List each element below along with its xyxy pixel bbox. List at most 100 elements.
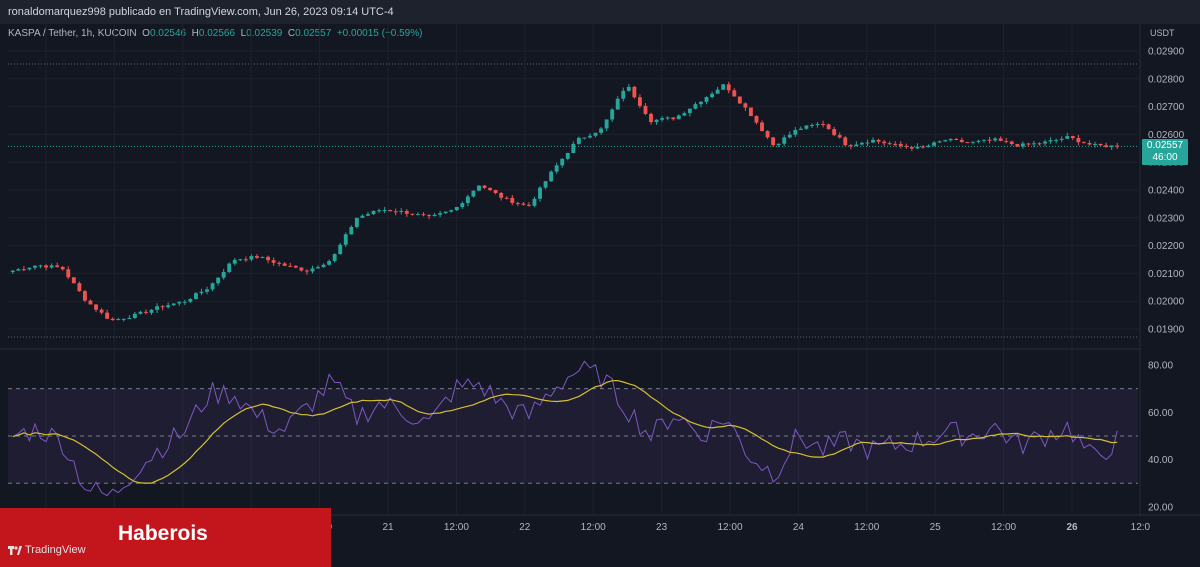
watermark-text: TradingView bbox=[25, 544, 86, 556]
candle-body bbox=[1070, 136, 1075, 139]
candle-body bbox=[1087, 142, 1092, 145]
candle-body bbox=[837, 135, 842, 138]
candle-body bbox=[909, 146, 914, 149]
candle-body bbox=[1004, 140, 1009, 142]
candle-body bbox=[815, 123, 820, 125]
candle-body bbox=[404, 210, 409, 214]
candle-body bbox=[521, 203, 526, 205]
candle-body bbox=[915, 146, 920, 149]
candle-body bbox=[238, 259, 243, 261]
chart-canvas[interactable]: 0.029000.028000.027000.026000.025000.024… bbox=[0, 24, 1200, 567]
candle-body bbox=[599, 128, 604, 133]
candle-body bbox=[282, 263, 287, 266]
candle-body bbox=[1081, 142, 1086, 144]
publish-header: ronaldomarquez998 publicado en TradingVi… bbox=[0, 0, 1200, 24]
candle-body bbox=[621, 90, 626, 99]
candle-body bbox=[998, 138, 1003, 141]
candle-body bbox=[49, 265, 54, 268]
candle-body bbox=[843, 137, 848, 146]
price-tick-label: 0.02900 bbox=[1148, 47, 1185, 58]
candle-body bbox=[560, 158, 565, 166]
candle-body bbox=[1059, 138, 1064, 140]
candle-body bbox=[321, 264, 326, 268]
candle-body bbox=[871, 139, 875, 143]
candle-body bbox=[748, 107, 753, 117]
candle-body bbox=[954, 139, 959, 141]
candle-body bbox=[99, 309, 104, 313]
candle-body bbox=[532, 198, 537, 206]
candle-body bbox=[349, 226, 354, 235]
candle-body bbox=[316, 267, 320, 269]
candle-body bbox=[1065, 136, 1070, 139]
candle-body bbox=[121, 318, 126, 320]
price-tick-label: 0.02000 bbox=[1148, 297, 1185, 308]
candle-body bbox=[726, 84, 731, 91]
candle-body bbox=[260, 256, 265, 258]
candle-body bbox=[488, 187, 493, 191]
candle-body bbox=[27, 267, 32, 270]
time-tick-label: 26 bbox=[1066, 522, 1078, 533]
candle-body bbox=[44, 265, 49, 268]
time-tick-label: 21 bbox=[382, 522, 394, 533]
candle-body bbox=[410, 213, 415, 215]
candle-body bbox=[16, 269, 21, 271]
candle-body bbox=[249, 256, 254, 260]
current-price-value: 0.02557 bbox=[1146, 140, 1184, 152]
candle-body bbox=[538, 187, 542, 199]
candle-body bbox=[582, 137, 587, 139]
candle-body bbox=[776, 143, 781, 146]
brand-banner: Haberois TradingView bbox=[0, 508, 331, 567]
candle-body bbox=[304, 270, 309, 272]
candle-body bbox=[970, 141, 975, 143]
candlestick-series bbox=[10, 81, 1120, 322]
candle-body bbox=[649, 113, 653, 123]
tradingview-watermark: TradingView bbox=[8, 544, 86, 556]
candle-body bbox=[782, 137, 787, 144]
candle-body bbox=[932, 142, 937, 146]
candle-body bbox=[471, 190, 476, 197]
candle-body bbox=[399, 210, 404, 213]
candle-body bbox=[432, 214, 437, 217]
candle-body bbox=[576, 137, 581, 144]
candle-body bbox=[693, 104, 698, 109]
candle-body bbox=[787, 134, 792, 138]
time-tick-label: 12:00 bbox=[991, 522, 1016, 533]
price-tick-label: 0.01900 bbox=[1148, 325, 1185, 336]
candle-body bbox=[299, 267, 304, 271]
candle-body bbox=[354, 217, 359, 227]
candle-body bbox=[793, 129, 798, 135]
candle-body bbox=[177, 301, 182, 304]
candle-body bbox=[893, 143, 898, 145]
candle-body bbox=[293, 265, 298, 268]
candle-body bbox=[1026, 143, 1031, 145]
candle-body bbox=[1115, 145, 1120, 147]
time-tick-label: 12:0 bbox=[1131, 522, 1151, 533]
candle-body bbox=[288, 265, 293, 267]
candle-body bbox=[943, 140, 948, 142]
candle-body bbox=[515, 202, 520, 204]
candle-body bbox=[810, 124, 814, 126]
candle-body bbox=[266, 256, 271, 261]
candle-body bbox=[327, 261, 332, 265]
candle-body bbox=[876, 139, 881, 142]
candle-body bbox=[499, 193, 504, 198]
candle-body bbox=[465, 196, 470, 204]
candle-body bbox=[277, 262, 282, 264]
candle-body bbox=[82, 291, 87, 301]
candle-body bbox=[765, 131, 770, 138]
candle-body bbox=[243, 259, 248, 261]
price-tick-label: 0.02100 bbox=[1148, 269, 1185, 280]
candle-body bbox=[937, 141, 942, 143]
candle-body bbox=[704, 97, 709, 102]
candle-body bbox=[798, 128, 803, 130]
candle-body bbox=[477, 185, 481, 191]
candle-body bbox=[959, 139, 964, 143]
candle-body bbox=[66, 269, 71, 278]
candle-body bbox=[33, 265, 37, 268]
candle-body bbox=[948, 139, 953, 141]
candle-body bbox=[687, 108, 692, 114]
candle-body bbox=[1009, 141, 1014, 145]
candle-body bbox=[216, 277, 221, 284]
candle-body bbox=[859, 142, 864, 145]
price-tick-label: 0.02300 bbox=[1148, 213, 1185, 224]
